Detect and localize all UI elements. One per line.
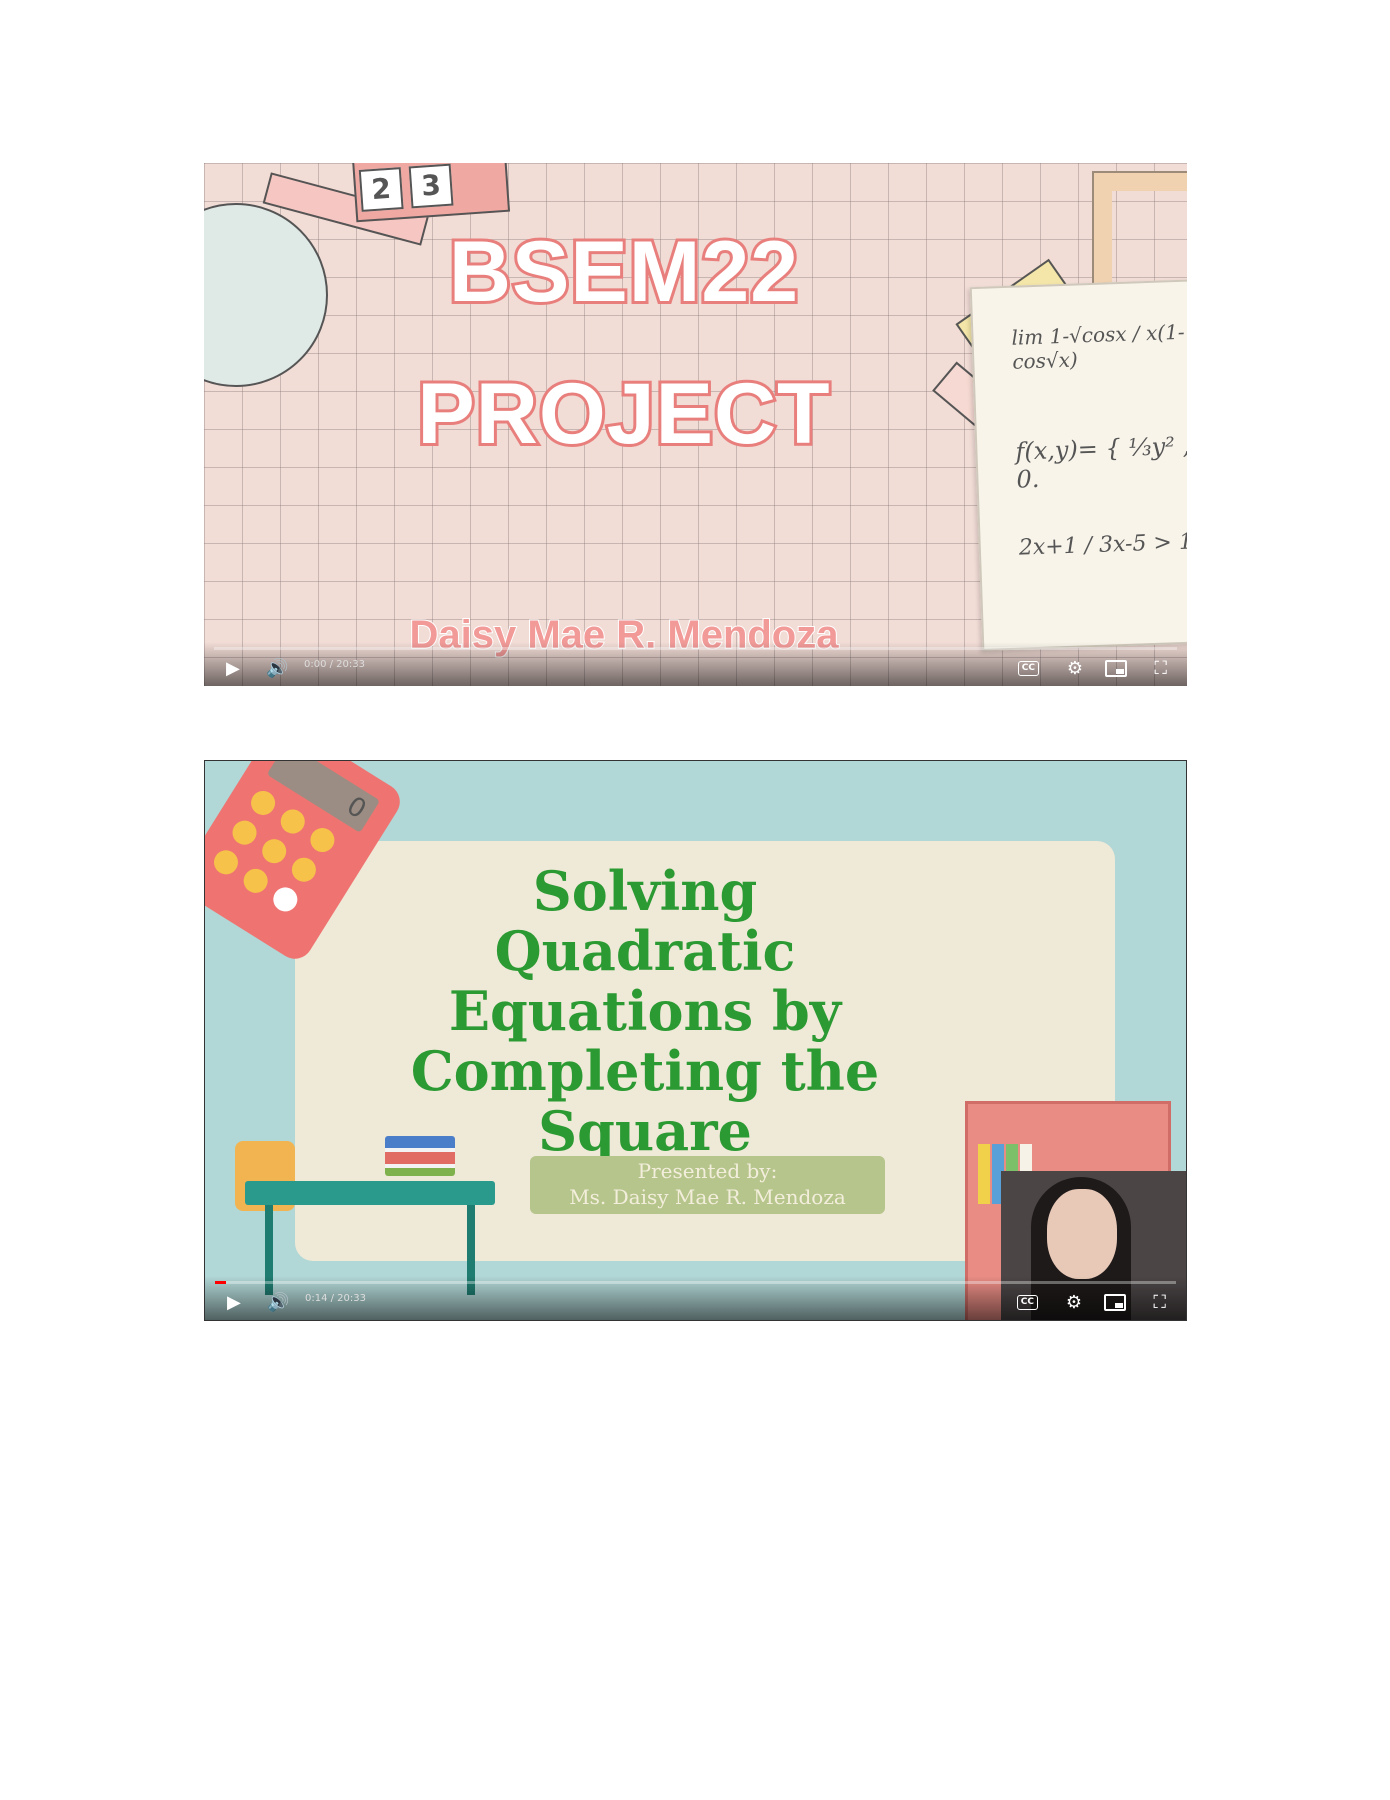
presenter-badge: Presented by: Ms. Daisy Mae R. Mendoza <box>530 1156 885 1214</box>
video-title-line-1: BSEM22 <box>446 221 801 323</box>
calculator-key <box>287 853 321 887</box>
video-player-1[interactable]: 23 lim 1-√cosx / x(1-cos√x) f(x,y)= { ⅓y… <box>204 163 1187 686</box>
miniplayer-icon[interactable] <box>1105 660 1127 677</box>
presented-by-label: Presented by: <box>637 1159 778 1183</box>
settings-gear-icon[interactable]: ⚙ <box>1066 1292 1082 1314</box>
calculator-key <box>227 816 262 850</box>
video-title: Solving Quadratic Equations by Completin… <box>410 859 880 1163</box>
progress-bar[interactable] <box>214 647 1177 650</box>
presenter-face <box>1047 1189 1117 1279</box>
calculator-key <box>239 864 273 898</box>
time-display: 0:00 / 20:33 <box>304 659 366 670</box>
formula-inequality: 2x+1 / 3x-5 > 1 <box>1018 529 1187 561</box>
settings-gear-icon[interactable]: ⚙ <box>1067 658 1083 680</box>
calculator-key <box>276 804 310 839</box>
player-controls: ▶ 🔊 0:00 / 20:33 CC ⚙ ⛶ <box>204 642 1187 686</box>
captions-button[interactable]: CC <box>1017 661 1039 676</box>
calculator-key <box>257 834 291 868</box>
captions-button[interactable]: CC <box>1016 1295 1038 1310</box>
video-title-line-2: PROJECT <box>414 363 832 465</box>
progress-bar[interactable] <box>215 1281 1176 1284</box>
desk-illustration <box>235 1136 495 1295</box>
calculator-key <box>246 786 280 820</box>
play-icon[interactable]: ▶ <box>227 1292 241 1314</box>
fullscreen-icon[interactable]: ⛶ <box>1153 1292 1166 1314</box>
calculator-key <box>209 845 243 879</box>
fullscreen-icon[interactable]: ⛶ <box>1154 658 1167 680</box>
ruler-digit: 2 <box>358 167 404 212</box>
calculator-key <box>305 823 339 857</box>
progress-fill <box>215 1281 226 1284</box>
ruler-digit: 3 <box>408 163 454 209</box>
calculator-key <box>268 882 302 916</box>
volume-icon[interactable]: 🔊 <box>266 658 288 680</box>
time-display: 0:14 / 20:33 <box>305 1293 367 1304</box>
video-player-2[interactable]: 0 Solving Quadratic Equations by Complet… <box>204 760 1187 1321</box>
presenter-name: Ms. Daisy Mae R. Mendoza <box>569 1185 846 1209</box>
desk-top <box>245 1181 495 1205</box>
books-illustration <box>385 1136 455 1176</box>
volume-icon[interactable]: 🔊 <box>267 1292 289 1314</box>
player-controls: ▶ 🔊 0:14 / 20:33 CC ⚙ ⛶ <box>205 1276 1186 1320</box>
play-icon[interactable]: ▶ <box>226 658 240 680</box>
math-formula-paper: lim 1-√cosx / x(1-cos√x) f(x,y)= { ⅓y² ,… <box>969 279 1187 651</box>
miniplayer-icon[interactable] <box>1104 1294 1126 1311</box>
shelf-book <box>978 1144 990 1204</box>
